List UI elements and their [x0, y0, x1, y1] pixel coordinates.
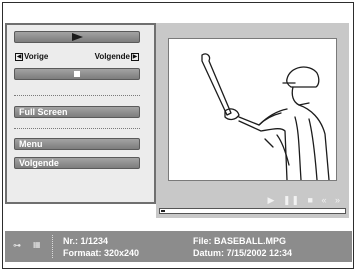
arrow-right-icon: ▶ [131, 52, 139, 61]
transport-controls: ▶ ❚❚ ■ « » [263, 195, 341, 205]
stop-button[interactable] [14, 68, 140, 80]
progress-fill [161, 210, 165, 212]
volgende-button[interactable]: Volgende [14, 157, 140, 169]
control-panel: ◀ Vorige Volgende ▶ Full Screen Menu Volge… [5, 23, 156, 204]
screen: ◀ Vorige Volgende ▶ Full Screen Menu Volge… [0, 0, 357, 272]
divider [14, 128, 140, 129]
stop-icon [74, 71, 80, 77]
baseball-player-illustration [201, 53, 330, 181]
info-separator [52, 235, 53, 258]
progress-bar[interactable] [159, 208, 346, 214]
divider [14, 95, 140, 96]
prev-link[interactable]: ◀ Vorige [14, 52, 48, 61]
key-icon: ⊶ [13, 241, 21, 250]
grid-icon: ▦ [33, 240, 41, 249]
item-number: Nr.: 1/1234 [63, 236, 109, 246]
fast-forward-icon[interactable]: » [335, 195, 341, 205]
fullscreen-button[interactable]: Full Screen [14, 106, 140, 118]
next-link[interactable]: Volgende ▶ [95, 52, 140, 61]
next-label: Volgende [94, 52, 130, 61]
play-transport-icon[interactable]: ▶ [267, 195, 275, 205]
pause-icon[interactable]: ❚❚ [283, 195, 300, 205]
play-icon [72, 33, 83, 41]
video-frame: ▶ ❚❚ ■ « » [156, 23, 349, 218]
prev-label: Vorige [24, 52, 49, 61]
item-format: Formaat: 320x240 [63, 248, 140, 258]
info-bar: ⊶ ▦ Nr.: 1/1234 Formaat: 320x240 File: B… [5, 231, 352, 262]
play-button[interactable] [14, 31, 140, 43]
arrow-left-icon: ◀ [15, 52, 23, 61]
stop-transport-icon[interactable]: ■ [308, 195, 314, 205]
menu-button[interactable]: Menu [14, 138, 140, 150]
nav-row: ◀ Vorige Volgende ▶ [14, 52, 140, 62]
rewind-icon[interactable]: « [321, 195, 327, 205]
file-name: File: BASEBALL.MPG [193, 236, 287, 246]
file-date: Datum: 7/15/2002 12:34 [193, 248, 293, 258]
video-display[interactable] [168, 38, 337, 181]
